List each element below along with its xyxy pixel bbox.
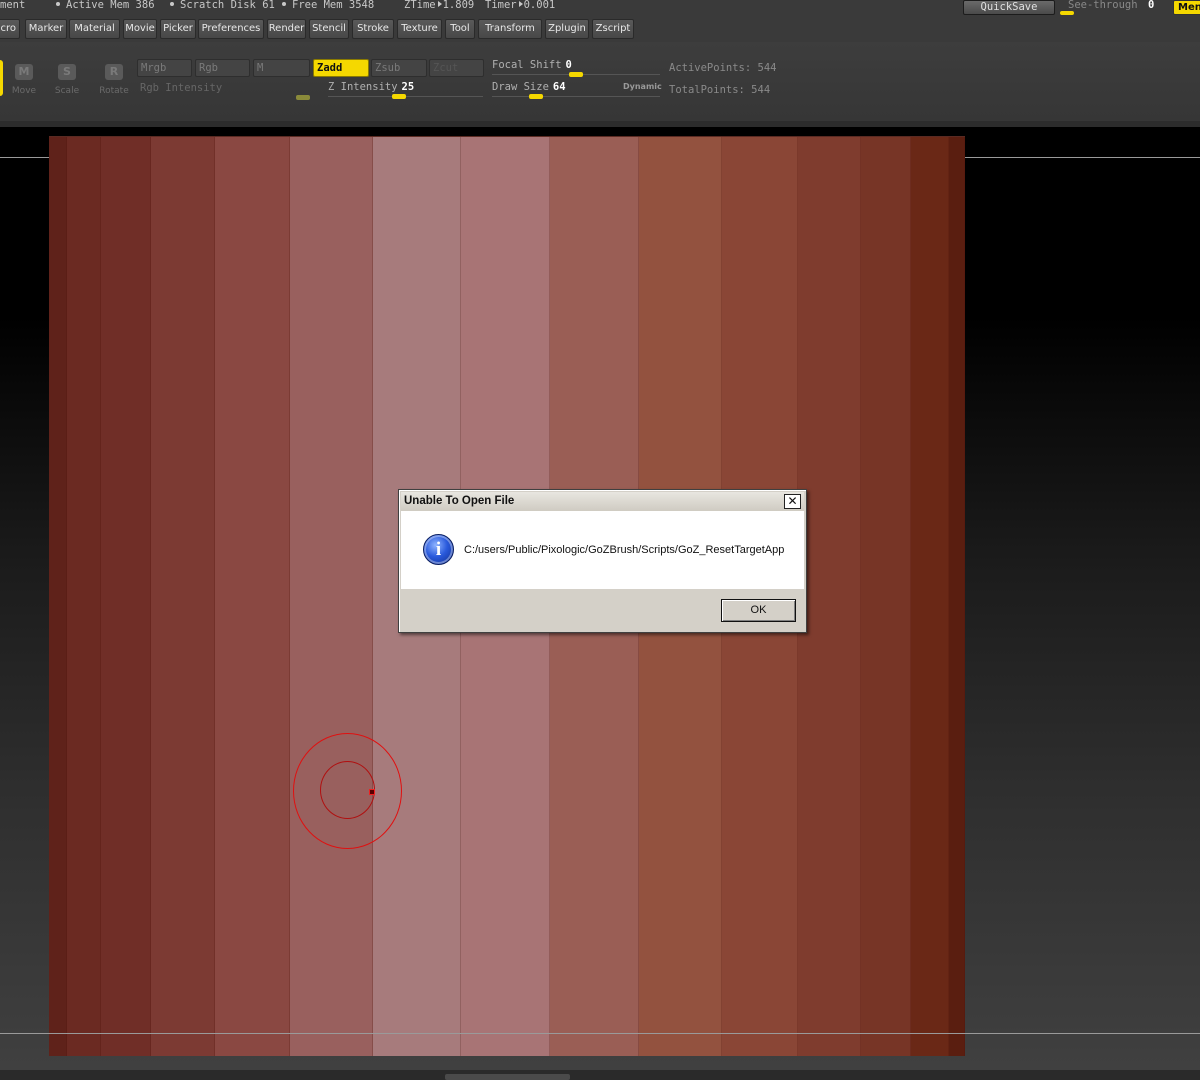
z-intensity-label: Z Intensity 25: [328, 81, 415, 93]
see-through-value: 0: [1148, 0, 1155, 11]
status-bar: ment Active Mem 386 Scratch Disk 61 Free…: [0, 0, 1200, 16]
tool-shelf: M Move S Scale R Rotate Mrgb Rgb M Rgb I…: [0, 42, 1200, 122]
see-through-slider[interactable]: See-through 0: [1060, 0, 1170, 15]
quicksave-button[interactable]: QuickSave: [963, 0, 1055, 15]
zcut-button[interactable]: Zcut: [429, 59, 484, 77]
plane-stripe: [215, 137, 290, 1056]
plane-stripe: [798, 137, 861, 1056]
z-intensity-knob[interactable]: [392, 94, 406, 99]
menu-zplugin[interactable]: Zplugin: [545, 19, 589, 39]
rotate-tool[interactable]: R Rotate: [94, 62, 134, 98]
rgb-intensity-label: Rgb Intensity: [140, 82, 223, 94]
dialog-message: C:/users/Public/Pixologic/GoZBrush/Scrip…: [464, 544, 785, 556]
bottom-tray: [0, 1070, 1200, 1080]
menu-render[interactable]: Render: [267, 19, 306, 39]
rgb-button[interactable]: Rgb: [195, 59, 250, 77]
total-points-readout: TotalPoints: 544: [669, 84, 771, 96]
see-through-knob[interactable]: [1060, 11, 1074, 15]
rotate-icon: R: [105, 64, 123, 80]
focal-shift-slider[interactable]: Focal Shift 0: [492, 59, 660, 79]
mrgb-button[interactable]: Mrgb: [137, 59, 192, 77]
draw-size-knob[interactable]: [529, 94, 543, 99]
z-intensity-slider[interactable]: Z Intensity 25: [328, 81, 483, 101]
plane-stripe: [49, 137, 67, 1056]
menu-movie[interactable]: Movie: [123, 19, 157, 39]
error-dialog: Unable To Open File ✕ i C:/users/Public/…: [398, 489, 807, 633]
canvas-guide-bottom: [0, 1033, 1200, 1034]
plane-stripe: [290, 137, 373, 1056]
focal-shift-value: 0: [565, 59, 572, 71]
status-fragment: ment: [0, 0, 26, 11]
dialog-title: Unable To Open File: [404, 495, 515, 507]
scale-label: Scale: [54, 86, 80, 96]
see-through-label: See-through: [1068, 0, 1138, 11]
plane-stripe: [911, 137, 949, 1056]
menu-stencil[interactable]: Stencil: [309, 19, 349, 39]
menu-transform[interactable]: Transform: [478, 19, 542, 39]
z-intensity-value: 25: [401, 81, 415, 93]
dialog-body: i C:/users/Public/Pixologic/GoZBrush/Scr…: [401, 511, 804, 589]
plane-stripe: [67, 137, 101, 1056]
zsub-button[interactable]: Zsub: [371, 59, 427, 77]
focal-shift-knob[interactable]: [569, 72, 583, 77]
plane-stripe: [861, 137, 911, 1056]
plane-stripe: [949, 137, 965, 1056]
brush-cursor-point: [369, 789, 375, 795]
dynamic-button[interactable]: Dynamic: [623, 82, 662, 91]
brush-cursor-inner: [320, 761, 375, 819]
rgb-intensity-knob[interactable]: [296, 95, 310, 100]
menu-texture[interactable]: Texture: [397, 19, 442, 39]
info-icon: i: [423, 534, 454, 565]
rgb-intensity-slider[interactable]: Rgb Intensity: [140, 82, 312, 102]
active-points-readout: ActivePoints: 544: [669, 62, 777, 74]
zadd-button[interactable]: Zadd: [313, 59, 369, 77]
close-button[interactable]: ✕: [784, 494, 801, 509]
move-icon: M: [15, 64, 33, 80]
focal-shift-label: Focal Shift 0: [492, 59, 572, 71]
menu-zscript[interactable]: Zscript: [592, 19, 634, 39]
rotate-label: Rotate: [99, 86, 129, 96]
menu-tool[interactable]: Tool: [445, 19, 475, 39]
menu-picker[interactable]: Picker: [160, 19, 196, 39]
move-tool[interactable]: M Move: [4, 62, 44, 98]
scratch-disk-status: Scratch Disk 61: [170, 0, 275, 11]
menu-macro[interactable]: cro: [0, 19, 20, 39]
free-mem-status: Free Mem 3548: [282, 0, 374, 11]
draw-size-label: Draw Size 64: [492, 81, 566, 93]
ok-button[interactable]: OK: [721, 599, 796, 622]
scale-icon: S: [58, 64, 76, 80]
m-button[interactable]: M: [253, 59, 310, 77]
active-mem-status: Active Mem 386: [56, 0, 155, 11]
plane-stripe: [151, 137, 215, 1056]
plane-stripe: [101, 137, 151, 1056]
bottom-tray-handle[interactable]: [445, 1074, 570, 1080]
menu-stroke[interactable]: Stroke: [352, 19, 394, 39]
move-label: Move: [11, 86, 37, 96]
scale-tool[interactable]: S Scale: [47, 62, 87, 98]
timer-status: Timer 0.001: [485, 0, 556, 11]
dialog-titlebar[interactable]: Unable To Open File ✕: [401, 492, 804, 511]
menus-button[interactable]: Menus: [1173, 0, 1200, 15]
ztime-status: ZTime 1.809: [404, 0, 475, 11]
menu-bar: cro Marker Material Movie Picker Prefere…: [0, 16, 1200, 42]
draw-button[interactable]: [0, 60, 3, 96]
draw-size-track: [492, 96, 660, 97]
draw-size-value: 64: [552, 81, 566, 93]
menu-marker[interactable]: Marker: [25, 19, 67, 39]
menu-material[interactable]: Material: [69, 19, 120, 39]
menu-preferences[interactable]: Preferences: [198, 19, 264, 39]
